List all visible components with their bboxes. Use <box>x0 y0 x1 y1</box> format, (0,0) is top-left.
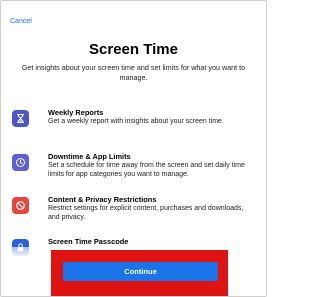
feature-heading: Screen Time Passcode <box>48 237 129 246</box>
feature-description: Restrict settings for explicit content, … <box>48 205 244 221</box>
restriction-icon <box>12 197 29 214</box>
cancel-button[interactable]: Cancel <box>10 17 32 26</box>
feature-description: Set a schedule for time away from the sc… <box>48 162 245 178</box>
hourglass-icon <box>12 110 29 127</box>
page-subtitle: Get insights about your screen time and … <box>21 63 246 82</box>
moon-clock-icon <box>12 154 29 171</box>
page-title: Screen Time <box>89 41 178 58</box>
continue-button[interactable]: Continue <box>63 262 218 281</box>
feature-heading: Downtime & App Limits <box>48 152 131 161</box>
feature-description: Get a weekly report with insights about … <box>48 118 224 125</box>
feature-heading: Weekly Reports <box>48 108 104 117</box>
feature-heading: Content & Privacy Restrictions <box>48 195 157 204</box>
